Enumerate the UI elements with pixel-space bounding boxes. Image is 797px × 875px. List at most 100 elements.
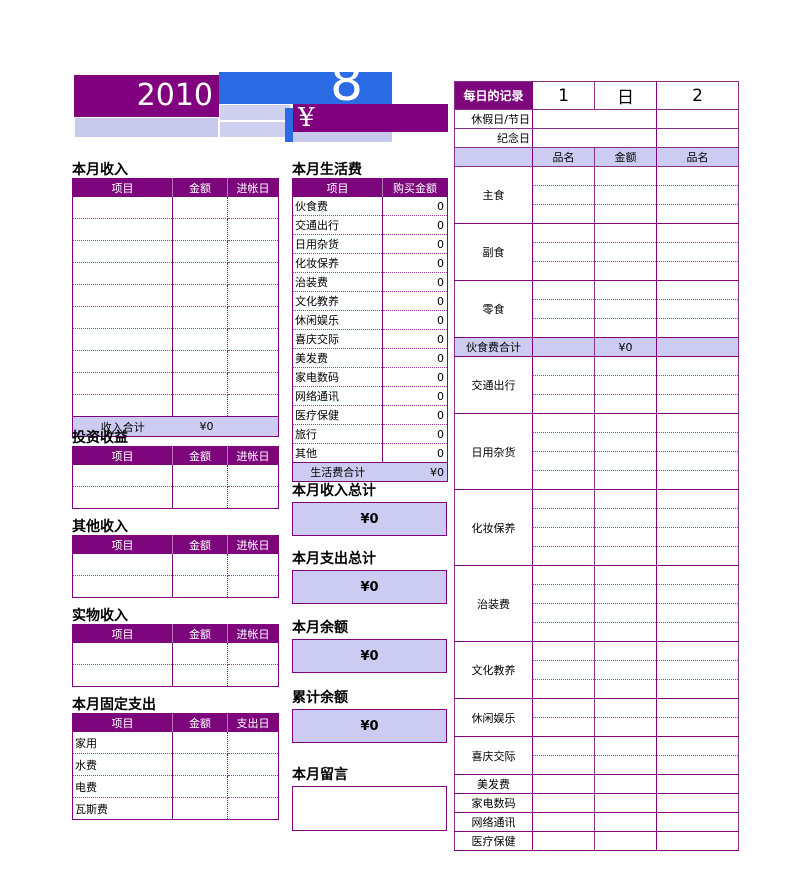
daily-item-name-2[interactable]	[656, 641, 739, 661]
fixed-expense-amount[interactable]	[172, 732, 228, 754]
cell-c1[interactable]	[72, 328, 173, 351]
daily-item-name-1[interactable]	[532, 489, 595, 509]
daily-item-name-1[interactable]	[532, 812, 595, 832]
daily-item-name-2[interactable]	[656, 470, 739, 490]
daily-item-name-1[interactable]	[532, 717, 595, 737]
daily-item-name-1[interactable]	[532, 375, 595, 395]
daily-entry-row[interactable]: 美发费	[454, 774, 739, 794]
table-row[interactable]	[72, 306, 279, 329]
table-row[interactable]: 水费	[72, 753, 279, 776]
daily-item-name-1[interactable]	[532, 413, 595, 433]
living-item-amount[interactable]: 0	[382, 367, 448, 387]
daily-item-amount[interactable]	[594, 166, 657, 186]
cell-c3[interactable]	[227, 465, 279, 487]
table-row[interactable]	[72, 240, 279, 263]
table-row[interactable]: 瓦斯费	[72, 797, 279, 820]
daily-item-name-1[interactable]	[532, 546, 595, 566]
table-row[interactable]	[72, 554, 279, 576]
table-row[interactable]	[72, 575, 279, 598]
daily-item-name-1[interactable]	[532, 584, 595, 604]
other-income-table[interactable]: 项目 金额 进帐日	[72, 535, 279, 598]
daily-item-name-1[interactable]	[532, 242, 595, 262]
fixed-expense-item[interactable]: 瓦斯费	[72, 797, 173, 820]
daily-item-name-2[interactable]	[656, 565, 739, 585]
list-item[interactable]: 美发费 0	[292, 348, 448, 368]
daily-item-name-1[interactable]	[532, 280, 595, 300]
daily-item-name-2[interactable]	[656, 698, 739, 718]
fixed-expense-amount[interactable]	[172, 775, 228, 798]
cell-c1[interactable]	[72, 350, 173, 373]
living-item-amount[interactable]: 0	[382, 197, 448, 216]
daily-item-amount[interactable]	[594, 755, 657, 775]
daily-item-name-2[interactable]	[656, 584, 739, 604]
cell-c2[interactable]	[172, 197, 228, 219]
daily-item-name-1[interactable]	[532, 204, 595, 224]
daily-item-name-2[interactable]	[656, 432, 739, 452]
daily-item-name-2[interactable]	[656, 546, 739, 566]
list-item[interactable]: 网络通讯 0	[292, 386, 448, 406]
daily-item-name-2[interactable]	[656, 299, 739, 319]
daily-item-name-2[interactable]	[656, 242, 739, 262]
cell-c2[interactable]	[172, 262, 228, 285]
daily-item-name-2[interactable]	[656, 603, 739, 623]
fixed-expense-date[interactable]	[227, 775, 279, 798]
daily-item-name-1[interactable]	[532, 831, 595, 851]
weekday-cell[interactable]: 日	[594, 81, 657, 110]
daily-item-name-2[interactable]	[656, 204, 739, 224]
daily-item-name-2[interactable]	[656, 223, 739, 243]
table-row[interactable]	[72, 262, 279, 285]
cell-c1[interactable]	[72, 240, 173, 263]
cell-c2[interactable]	[172, 218, 228, 241]
daily-item-name-1[interactable]	[532, 185, 595, 205]
cell-c1[interactable]	[72, 284, 173, 307]
daily-item-name-2[interactable]	[656, 318, 739, 338]
daily-item-amount[interactable]	[594, 660, 657, 680]
cell-c1[interactable]	[72, 643, 173, 665]
daily-item-name-1[interactable]	[532, 299, 595, 319]
cell-c1[interactable]	[72, 262, 173, 285]
cell-c1[interactable]	[72, 575, 173, 598]
cell-c1[interactable]	[72, 465, 173, 487]
cell-c2[interactable]	[172, 643, 228, 665]
daily-item-amount[interactable]	[594, 831, 657, 851]
anniversary-row[interactable]: 纪念日	[454, 128, 739, 148]
daily-item-name-1[interactable]	[532, 223, 595, 243]
daily-item-name-2[interactable]	[656, 280, 739, 300]
daily-item-name-2[interactable]	[656, 755, 739, 775]
daily-item-name-2[interactable]	[656, 508, 739, 528]
daily-item-amount[interactable]	[594, 185, 657, 205]
cell-c3[interactable]	[227, 328, 279, 351]
daily-item-amount[interactable]	[594, 546, 657, 566]
table-row[interactable]	[72, 218, 279, 241]
list-item[interactable]: 旅行 0	[292, 424, 448, 444]
daily-item-name-1[interactable]	[532, 793, 595, 813]
cell-c3[interactable]	[227, 350, 279, 373]
daily-item-name-2[interactable]	[656, 793, 739, 813]
daily-item-amount[interactable]	[594, 299, 657, 319]
fixed-expense-item[interactable]: 家用	[72, 732, 173, 754]
daily-item-name-2[interactable]	[656, 394, 739, 414]
daily-item-amount[interactable]	[594, 413, 657, 433]
table-row[interactable]	[72, 394, 279, 417]
daily-entry-row[interactable]: 文化教养	[454, 641, 739, 699]
table-row[interactable]	[72, 372, 279, 395]
daily-item-amount[interactable]	[594, 622, 657, 642]
cell-c3[interactable]	[227, 643, 279, 665]
cell-c2[interactable]	[172, 554, 228, 576]
table-row[interactable]: 家用	[72, 732, 279, 754]
table-row[interactable]	[72, 643, 279, 665]
living-item-amount[interactable]: 0	[382, 329, 448, 349]
fixed-expense-date[interactable]	[227, 753, 279, 776]
daily-item-name-2[interactable]	[656, 736, 739, 756]
daily-entry-row[interactable]: 副食	[454, 223, 739, 281]
daily-item-name-2[interactable]	[656, 717, 739, 737]
cell-c3[interactable]	[227, 372, 279, 395]
daily-item-name-1[interactable]	[532, 527, 595, 547]
list-item[interactable]: 伙食费 0	[292, 197, 448, 216]
daily-item-amount[interactable]	[594, 242, 657, 262]
living-item-amount[interactable]: 0	[382, 348, 448, 368]
list-item[interactable]: 其他 0	[292, 443, 448, 463]
daily-item-amount[interactable]	[594, 527, 657, 547]
daily-entry-row[interactable]: 日用杂货	[454, 413, 739, 490]
cell-c1[interactable]	[72, 554, 173, 576]
